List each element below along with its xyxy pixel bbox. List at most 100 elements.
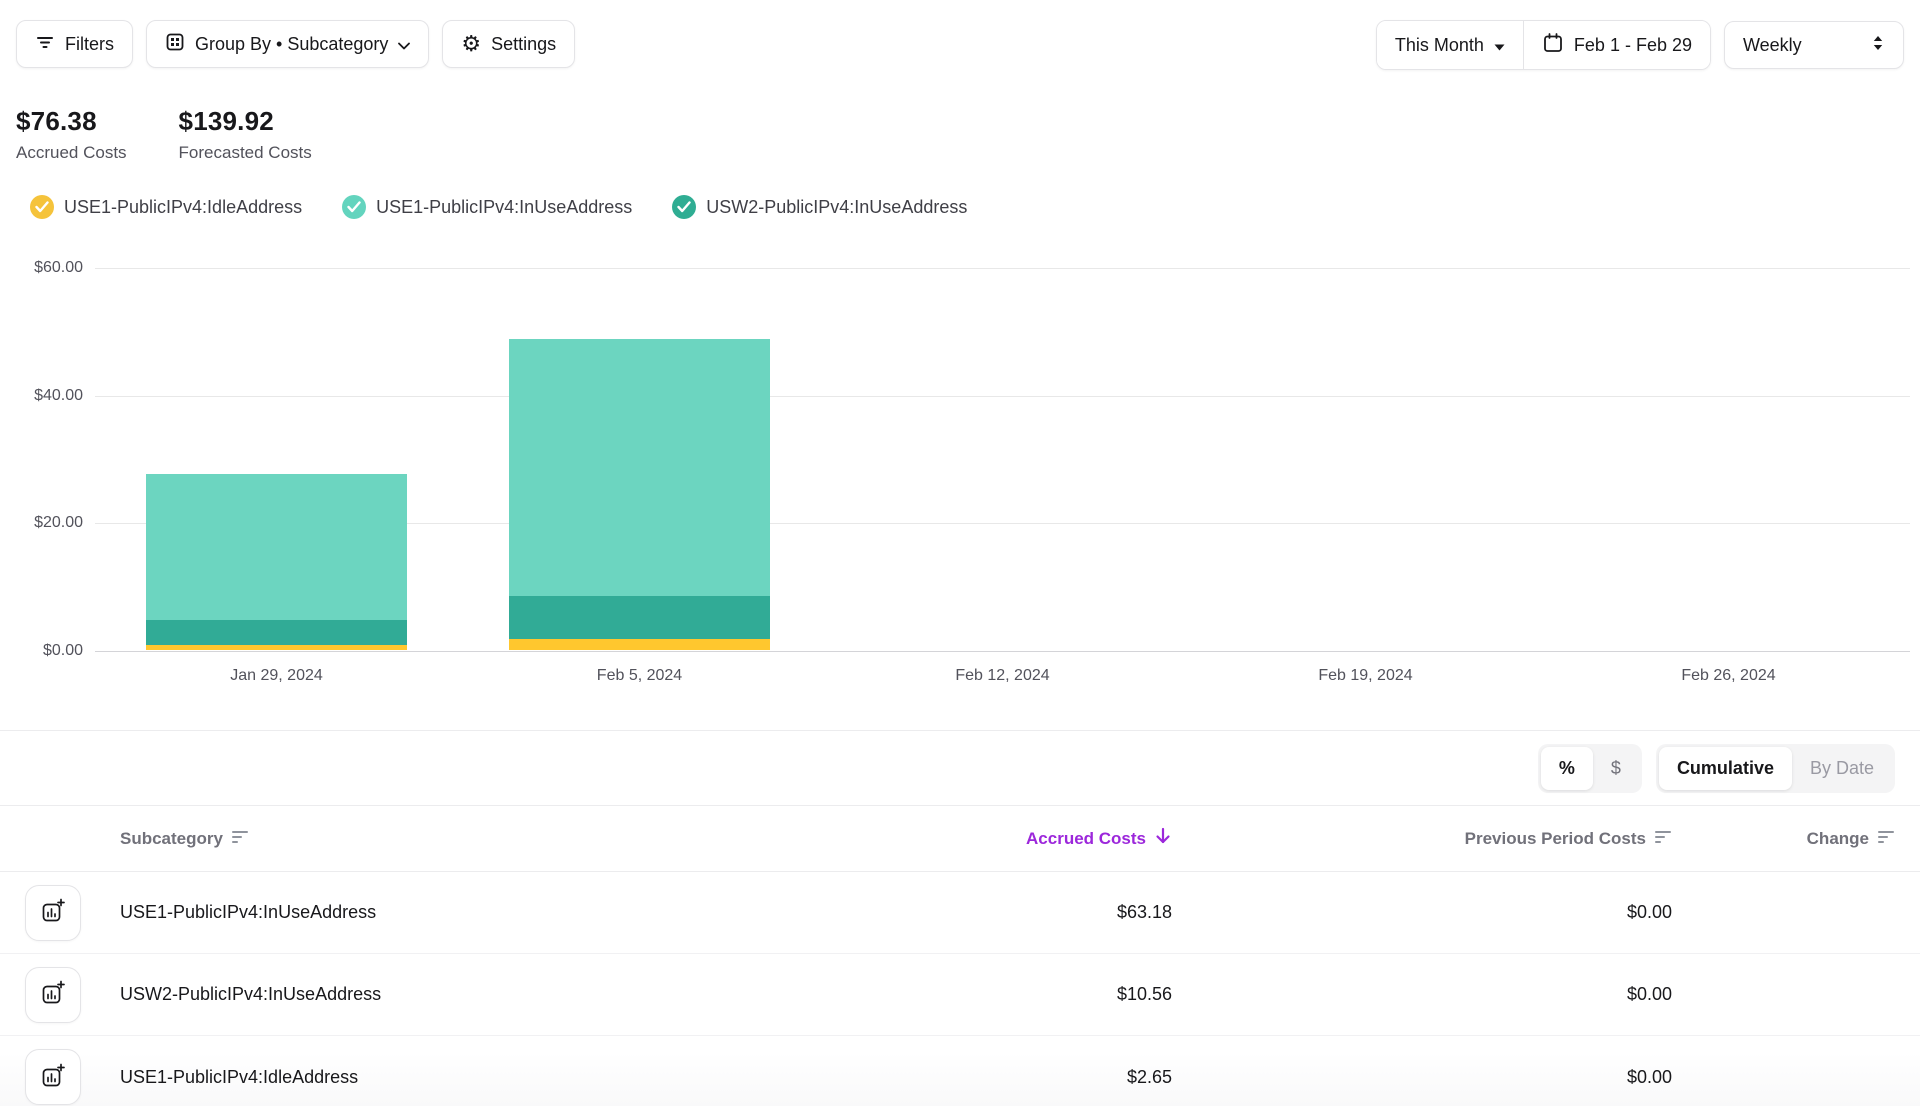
table-body: USE1-PublicIPv4:InUseAddress$63.18$0.00U… — [0, 872, 1920, 1106]
bar-segment[interactable] — [509, 596, 770, 639]
filters-button[interactable]: Filters — [16, 20, 133, 68]
y-axis-tick-label: $40.00 — [0, 387, 83, 405]
toolbar: Filters Group By • Subcategory ⚙ Setting… — [0, 0, 1920, 70]
x-axis-tick-label: Feb 19, 2024 — [1276, 667, 1456, 685]
add-to-chart-button[interactable] — [25, 885, 81, 941]
y-axis-tick-label: $60.00 — [0, 259, 83, 277]
period-dropdown[interactable]: This Month — [1377, 21, 1523, 69]
y-axis-tick-label: $20.00 — [0, 514, 83, 532]
bar-slot — [95, 268, 458, 651]
table-controls: % $ Cumulative By Date — [0, 730, 1920, 806]
up-down-chevrons-icon — [1871, 35, 1885, 56]
gear-icon: ⚙ — [461, 33, 481, 55]
percent-toggle-button[interactable]: % — [1541, 747, 1593, 790]
period-label: This Month — [1395, 35, 1484, 56]
header-previous-period-costs[interactable]: Previous Period Costs — [1172, 828, 1672, 849]
chart-legend: USE1-PublicIPv4:IdleAddress USE1-PublicIP… — [0, 195, 1920, 219]
settings-label: Settings — [491, 34, 556, 55]
accrued-costs-cell: $63.18 — [892, 902, 1172, 923]
bar-segment[interactable] — [146, 620, 407, 645]
accrued-costs-stat: $76.38 Accrued Costs — [16, 106, 127, 163]
subcategory-cell: USW2-PublicIPv4:InUseAddress — [120, 984, 892, 1005]
check-circle-icon — [30, 195, 54, 219]
previous-period-costs-cell: $0.00 — [1172, 902, 1672, 923]
accrued-costs-cell: $10.56 — [892, 984, 1172, 1005]
accrued-costs-cell: $2.65 — [892, 1067, 1172, 1088]
legend-item[interactable]: USW2-PublicIPv4:InUseAddress — [672, 195, 967, 219]
calendar-icon — [1542, 32, 1564, 59]
bar-segment[interactable] — [146, 474, 407, 620]
mode-toggle: Cumulative By Date — [1656, 744, 1895, 793]
stacked-bar[interactable] — [146, 474, 407, 650]
y-axis-tick-label: $0.00 — [0, 642, 83, 660]
dollar-toggle-button[interactable]: $ — [1593, 747, 1639, 790]
x-axis-tick-label: Feb 12, 2024 — [913, 667, 1093, 685]
legend-label: USW2-PublicIPv4:InUseAddress — [706, 197, 967, 218]
legend-label: USE1-PublicIPv4:IdleAddress — [64, 197, 302, 218]
legend-label: USE1-PublicIPv4:InUseAddress — [376, 197, 632, 218]
granularity-select[interactable]: Weekly — [1724, 21, 1904, 69]
bar-chart-plus-icon — [40, 980, 66, 1009]
filter-icon — [35, 32, 55, 57]
chart-plot-area — [95, 268, 1910, 651]
bar-slot — [458, 268, 821, 651]
table-header-row: Subcategory Accrued Costs Previous Perio… — [0, 806, 1920, 872]
cost-summary: $76.38 Accrued Costs $139.92 Forecasted … — [0, 106, 1920, 163]
costs-table: Subcategory Accrued Costs Previous Perio… — [0, 806, 1920, 1106]
previous-period-costs-cell: $0.00 — [1172, 984, 1672, 1005]
subcategory-cell: USE1-PublicIPv4:InUseAddress — [120, 902, 892, 923]
toolbar-right: This Month Feb 1 - Feb 29 Weekly — [1376, 20, 1904, 70]
stacked-bar[interactable] — [509, 339, 770, 650]
forecasted-costs-label: Forecasted Costs — [179, 143, 312, 163]
granularity-label: Weekly — [1743, 35, 1802, 56]
grid-icon — [165, 32, 185, 57]
toolbar-left: Filters Group By • Subcategory ⚙ Setting… — [16, 20, 575, 68]
header-subcategory[interactable]: Subcategory — [120, 828, 892, 849]
bar-segment[interactable] — [509, 639, 770, 650]
x-axis-tick-label: Jan 29, 2024 — [187, 667, 367, 685]
bar-segment[interactable] — [146, 645, 407, 650]
add-to-chart-button[interactable] — [25, 967, 81, 1023]
group-by-button[interactable]: Group By • Subcategory — [146, 20, 429, 68]
accrued-costs-value: $76.38 — [16, 106, 127, 137]
chart: $60.00 $40.00 $20.00 $0.00 Jan 29, 2024 Feb 5… — [0, 239, 1920, 699]
header-accrued-costs[interactable]: Accrued Costs — [892, 826, 1172, 851]
bar-slot — [1184, 268, 1547, 651]
filters-label: Filters — [65, 34, 114, 55]
sort-lines-icon — [1877, 828, 1895, 849]
table-row: USE1-PublicIPv4:IdleAddress$2.65$0.00 — [0, 1036, 1920, 1106]
chevron-down-icon — [398, 34, 410, 55]
bar-segment[interactable] — [509, 339, 770, 596]
table-row: USW2-PublicIPv4:InUseAddress$10.56$0.00 — [0, 954, 1920, 1036]
legend-item[interactable]: USE1-PublicIPv4:IdleAddress — [30, 195, 302, 219]
bar-chart-plus-icon — [40, 898, 66, 927]
add-to-chart-button[interactable] — [25, 1049, 81, 1105]
settings-button[interactable]: ⚙ Settings — [442, 20, 575, 68]
unit-toggle: % $ — [1538, 744, 1642, 793]
date-range-button[interactable]: Feb 1 - Feb 29 — [1523, 21, 1710, 69]
date-controls-group: This Month Feb 1 - Feb 29 — [1376, 20, 1711, 70]
bar-chart-plus-icon — [40, 1063, 66, 1092]
previous-period-costs-cell: $0.00 — [1172, 1067, 1672, 1088]
bar-slot — [1547, 268, 1910, 651]
legend-item[interactable]: USE1-PublicIPv4:InUseAddress — [342, 195, 632, 219]
sort-lines-icon — [1654, 828, 1672, 849]
arrow-down-icon — [1154, 826, 1172, 851]
header-change[interactable]: Change — [1672, 828, 1895, 849]
caret-down-icon — [1494, 35, 1505, 56]
sort-lines-icon — [231, 828, 249, 849]
group-by-label: Group By • Subcategory — [195, 34, 388, 55]
cumulative-tab[interactable]: Cumulative — [1659, 747, 1792, 790]
table-row: USE1-PublicIPv4:InUseAddress$63.18$0.00 — [0, 872, 1920, 954]
by-date-tab[interactable]: By Date — [1792, 747, 1892, 790]
forecasted-costs-stat: $139.92 Forecasted Costs — [179, 106, 312, 163]
bar-slot — [821, 268, 1184, 651]
x-axis-tick-label: Feb 5, 2024 — [550, 667, 730, 685]
gridline — [95, 651, 1910, 652]
check-circle-icon — [342, 195, 366, 219]
subcategory-cell: USE1-PublicIPv4:IdleAddress — [120, 1067, 892, 1088]
check-circle-icon — [672, 195, 696, 219]
x-axis-tick-label: Feb 26, 2024 — [1639, 667, 1819, 685]
forecasted-costs-value: $139.92 — [179, 106, 312, 137]
accrued-costs-label: Accrued Costs — [16, 143, 127, 163]
